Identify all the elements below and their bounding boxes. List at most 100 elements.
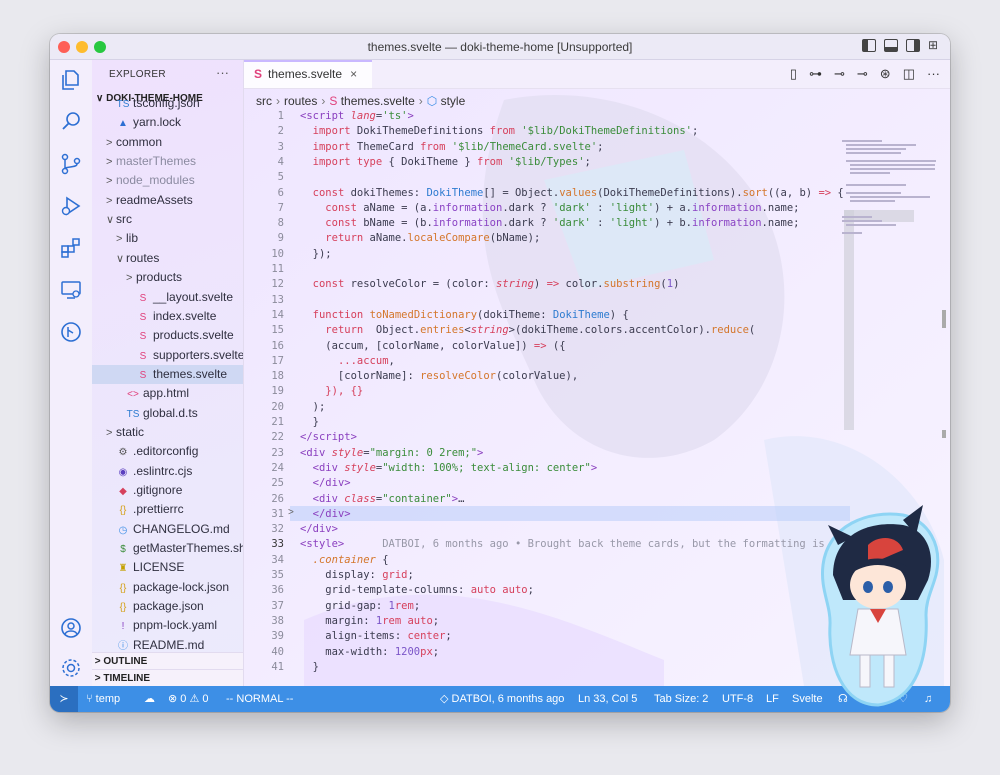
tree-item[interactable]: ◆ .gitignore <box>92 481 243 500</box>
tree-item[interactable]: $ getMasterThemes.sh <box>92 539 243 558</box>
problems-status[interactable]: ⊗ 0 ⚠ 0 <box>168 686 208 712</box>
toggle-secondary-sidebar-icon[interactable] <box>906 39 920 52</box>
line-number: 20 <box>271 400 284 413</box>
tree-item-label: common <box>116 134 163 149</box>
tree-item[interactable]: ⚙ .editorconfig <box>92 442 243 461</box>
code-line: import type { DokiTheme } from '$lib/Typ… <box>312 155 591 168</box>
tree-item-label: global.d.ts <box>143 405 198 420</box>
line-number: 33 <box>271 538 284 551</box>
tree-item-label: products <box>136 270 183 285</box>
more-actions-icon[interactable]: ··· <box>216 65 229 80</box>
tree-item[interactable]: > products <box>92 268 243 287</box>
customize-layout-icon[interactable]: ⊞ <box>928 39 942 52</box>
timeline-label: TIMELINE <box>103 673 151 684</box>
remote-explorer-icon[interactable] <box>59 278 83 302</box>
minimap[interactable] <box>842 140 938 240</box>
tree-item[interactable]: ∨ src <box>92 210 243 229</box>
line-number: 15 <box>271 324 284 337</box>
close-tab-icon[interactable]: × <box>350 67 357 81</box>
explorer-title: EXPLORER <box>109 69 166 80</box>
file-type-icon: ◆ <box>119 486 127 497</box>
code-line: ...accum, <box>337 354 395 367</box>
sync-icon[interactable]: ☁ <box>144 686 155 712</box>
tree-item[interactable]: > node_modules <box>92 171 243 190</box>
fold-chevron-icon[interactable]: > <box>288 507 294 518</box>
tree-item-label: package-lock.json <box>133 579 230 594</box>
tree-item[interactable]: ◷ CHANGELOG.md <box>92 520 243 539</box>
tree-item[interactable]: TS tsconfig.json <box>92 94 243 113</box>
git-graph-icon[interactable] <box>59 320 83 344</box>
scrollbar-thumb[interactable] <box>942 310 946 328</box>
scrollbar-marker <box>942 430 946 438</box>
tree-item-label: themes.svelte <box>153 366 228 381</box>
end-of-line[interactable]: LF <box>766 686 779 712</box>
line-number: 4 <box>277 155 284 168</box>
tree-item[interactable]: Ssupporters.svelte <box>92 346 243 365</box>
tree-item[interactable]: > lib <box>92 229 243 248</box>
code-line: import DokiThemeDefinitions from '$lib/D… <box>312 125 699 138</box>
tree-item[interactable]: ▲ yarn.lock <box>92 113 243 132</box>
tree-item[interactable]: > static <box>92 423 243 442</box>
manage-gear-icon[interactable] <box>59 656 83 680</box>
tree-item-label: supporters.svelte <box>153 347 244 362</box>
tree-item-label: app.html <box>143 386 190 401</box>
tree-item[interactable]: ♜ LICENSE <box>92 558 243 577</box>
go-back-icon[interactable]: ⊶ <box>809 66 822 82</box>
next-change-icon[interactable]: ⊸ <box>857 66 868 82</box>
search-icon[interactable] <box>59 110 83 134</box>
tree-item[interactable]: <> app.html <box>92 384 243 403</box>
more-actions-icon[interactable]: ··· <box>927 66 940 82</box>
run-debug-icon[interactable] <box>59 194 83 218</box>
tree-item[interactable]: Sproducts.svelte <box>92 326 243 345</box>
tree-item-label: tsconfig.json <box>133 96 200 110</box>
accounts-icon[interactable] <box>59 616 83 640</box>
branch-status[interactable]: ⑂ temp <box>86 686 120 712</box>
code-line: const aName = (a.information.dark ? 'dar… <box>325 201 800 214</box>
encoding[interactable]: UTF-8 <box>722 686 753 712</box>
split-editor-icon[interactable]: ◫ <box>903 66 915 82</box>
tree-item[interactable]: ◉ .eslintrc.cjs <box>92 462 243 481</box>
cursor-position[interactable]: Ln 33, Col 5 <box>578 686 637 712</box>
tab-size[interactable]: Tab Size: 2 <box>654 686 708 712</box>
tab-themes-svelte[interactable]: Sthemes.svelte × <box>244 60 372 88</box>
line-number: 3 <box>277 140 284 153</box>
line-number: 24 <box>271 461 284 474</box>
tree-item[interactable]: > common <box>92 133 243 152</box>
toggle-panel-icon[interactable] <box>884 39 898 52</box>
tree-item-label: pnpm-lock.yaml <box>133 618 218 633</box>
file-type-icon: $ <box>120 544 126 556</box>
tree-item[interactable]: Sindex.svelte <box>92 307 243 326</box>
tree-item[interactable]: {} package.json <box>92 597 243 616</box>
line-number: 22 <box>271 431 284 444</box>
tree-item[interactable]: {} package-lock.json <box>92 578 243 597</box>
previous-change-icon[interactable]: ⊸ <box>834 66 845 82</box>
toggle-sidebar-icon[interactable] <box>862 39 876 52</box>
tree-item[interactable]: S __layout.svelte <box>92 288 243 307</box>
breadcrumb-symbol[interactable]: style <box>441 94 466 108</box>
tree-item[interactable]: > readmeAssets <box>92 191 243 210</box>
extensions-icon[interactable] <box>59 236 83 260</box>
code-line: grid-gap: 1rem; <box>300 599 421 612</box>
line-number: 14 <box>271 308 284 321</box>
source-control-icon[interactable] <box>59 152 83 176</box>
open-preview-icon[interactable]: ▯ <box>790 66 797 82</box>
remote-indicator-icon[interactable]: ≻ <box>50 686 78 712</box>
tree-item[interactable]: > masterThemes <box>92 152 243 171</box>
outline-section[interactable]: > OUTLINE <box>92 652 243 670</box>
tree-item[interactable]: ∨ routes <box>92 249 243 268</box>
breadcrumb-src[interactable]: src <box>256 94 272 108</box>
chevron-icon: > <box>126 272 133 285</box>
tree-item[interactable]: Sthemes.svelte <box>92 364 243 384</box>
file-type-icon: TS <box>126 408 140 420</box>
timeline-icon[interactable]: ⊛ <box>880 66 891 82</box>
tree-item[interactable]: ! pnpm-lock.yaml <box>92 616 243 635</box>
explorer-icon[interactable] <box>59 68 83 92</box>
breadcrumb-file[interactable]: themes.svelte <box>341 94 415 108</box>
timeline-section[interactable]: > TIMELINE <box>92 669 243 686</box>
tree-item[interactable]: {} .prettierrc <box>92 500 243 519</box>
git-blame-status[interactable]: ◇ DATBOI, 6 months ago <box>440 686 564 712</box>
file-type-icon: S <box>139 350 147 362</box>
breadcrumb-routes[interactable]: routes <box>284 94 317 108</box>
tree-item[interactable]: TS global.d.ts <box>92 404 243 423</box>
file-type-icon: ◉ <box>118 466 128 478</box>
